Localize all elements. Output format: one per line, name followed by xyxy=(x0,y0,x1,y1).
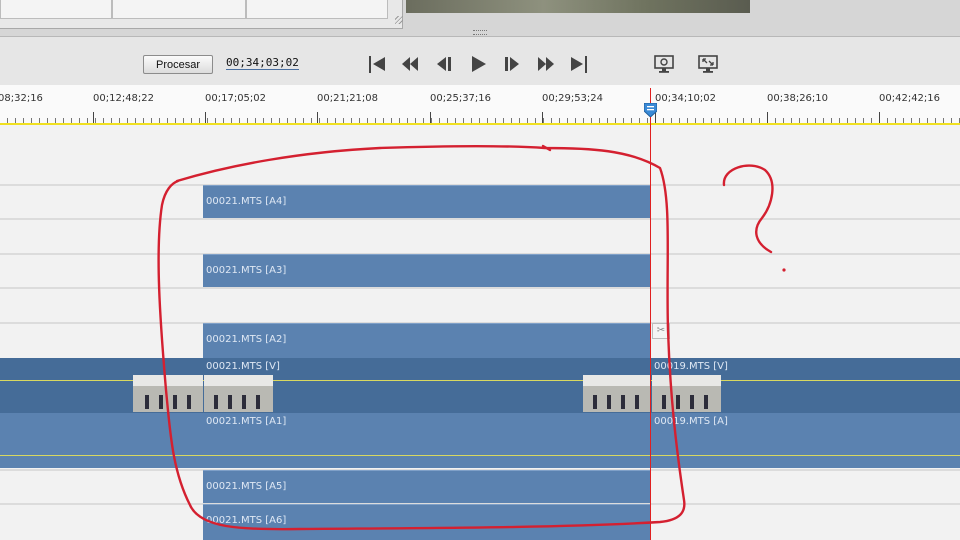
ruler-label: 00;34;10;02 xyxy=(655,93,717,104)
top-panel xyxy=(0,0,960,36)
list-cell xyxy=(246,0,388,19)
ruler-label: 00;42;42;16 xyxy=(879,93,941,104)
resize-grip-icon[interactable] xyxy=(395,16,403,24)
track-separator xyxy=(0,218,960,220)
clip-label: 00021.MTS [A5] xyxy=(206,481,287,492)
volume-line[interactable] xyxy=(0,455,960,456)
video-thumbnail xyxy=(133,375,203,412)
timecode-display[interactable]: 00;34;03;02 xyxy=(226,56,299,70)
ruler-major-tick xyxy=(542,112,543,123)
next-frame-step-icon[interactable] xyxy=(535,53,557,75)
ruler-major-tick xyxy=(879,112,880,123)
ruler-label: 00;38;26;10 xyxy=(767,93,829,104)
track-separator xyxy=(0,287,960,289)
step-back-icon[interactable] xyxy=(433,53,455,75)
clip-label: 00021.MTS [A2] xyxy=(206,334,287,345)
ruler-label: 00;12;48;22 xyxy=(93,93,155,104)
scissors-icon[interactable]: ✂ xyxy=(652,323,670,339)
timeline-toolbar: Procesar 00;34;03;02 xyxy=(0,36,960,86)
ruler-ticks xyxy=(0,115,960,123)
clip-label: 00019.MTS [A] xyxy=(654,416,728,427)
project-list-panel xyxy=(0,0,403,29)
fit-window-icon[interactable] xyxy=(697,53,719,75)
audio-track-a1[interactable] xyxy=(0,413,960,468)
video-thumbnail xyxy=(204,375,273,412)
export-frame-icon[interactable] xyxy=(653,53,675,75)
video-preview xyxy=(406,0,750,13)
go-to-end-icon[interactable] xyxy=(569,53,591,75)
go-to-start-icon[interactable] xyxy=(365,53,387,75)
step-forward-icon[interactable] xyxy=(501,53,523,75)
clip-label: 00021.MTS [V] xyxy=(206,361,280,372)
clip-a6[interactable]: 00021.MTS [A6] xyxy=(203,504,650,540)
list-cell xyxy=(112,0,246,19)
clip-label: 00021.MTS [A6] xyxy=(206,515,287,526)
clip-label: 00021.MTS [A1] xyxy=(206,416,287,427)
clip-label: 00019.MTS [V] xyxy=(654,361,728,372)
play-icon[interactable] xyxy=(467,53,489,75)
render-button[interactable]: Procesar xyxy=(143,55,213,74)
playhead-handle-icon[interactable] xyxy=(643,102,658,118)
clip-a4[interactable]: 00021.MTS [A4] xyxy=(203,185,650,218)
ruler-label: 00;17;05;02 xyxy=(205,93,267,104)
previous-frame-step-icon[interactable] xyxy=(399,53,421,75)
video-thumbnail xyxy=(652,375,721,412)
clip-label: 00021.MTS [A4] xyxy=(206,196,287,207)
ruler-major-tick xyxy=(430,112,431,123)
clip-a2[interactable]: 00021.MTS [A2] xyxy=(203,323,650,358)
ruler-major-tick xyxy=(93,112,94,123)
ruler-major-tick xyxy=(767,112,768,123)
ruler-label: 00;21;21;08 xyxy=(317,93,379,104)
ruler-label: 00;29;53;24 xyxy=(542,93,604,104)
playhead-line[interactable] xyxy=(650,88,651,540)
clip-a5[interactable]: 00021.MTS [A5] xyxy=(203,470,650,503)
list-cell xyxy=(0,0,112,19)
ruler-major-tick xyxy=(317,112,318,123)
ruler-label: 00;25;37;16 xyxy=(430,93,492,104)
clip-label: 00021.MTS [A3] xyxy=(206,265,287,276)
ruler-label: 08;32;16 xyxy=(0,93,43,104)
panel-splitter-grip[interactable] xyxy=(473,30,487,35)
ruler-major-tick xyxy=(205,112,206,123)
clip-a3[interactable]: 00021.MTS [A3] xyxy=(203,254,650,287)
video-thumbnail xyxy=(583,375,650,412)
